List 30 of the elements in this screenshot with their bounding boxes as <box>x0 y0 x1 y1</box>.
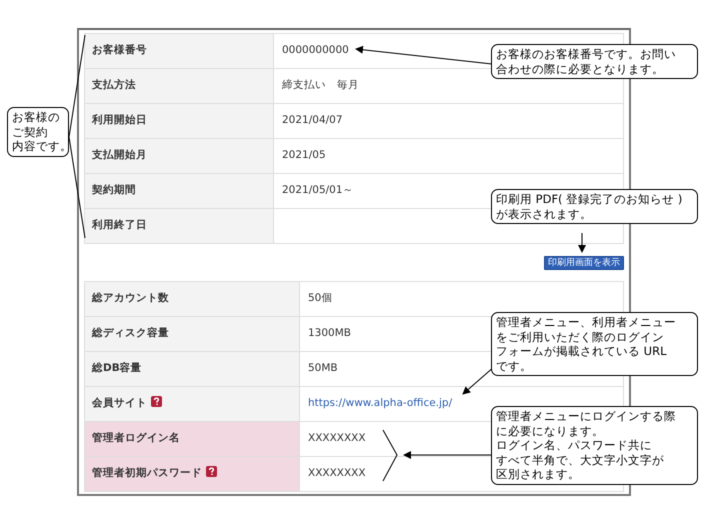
help-icon[interactable] <box>151 396 162 408</box>
row-label: 利用開始日 <box>84 104 274 138</box>
row-value: XXXXXXXX <box>308 432 366 444</box>
callout: 管理者メニューにログインする際 に必要になります。 ログイン名、パスワード共に すべて半角で、大文字小文字が 区別されます。 <box>491 406 698 484</box>
row-value: 50個 <box>308 292 332 304</box>
label-text: 会員サイト <box>92 397 147 410</box>
row-value: 2021/05 <box>274 138 624 174</box>
print-button[interactable]: 印刷用画面を表示 <box>544 256 624 270</box>
row-value: 50MB <box>308 362 338 374</box>
row-value: 1300MB <box>308 327 351 340</box>
label-text: 総ディスク容量 <box>92 327 169 340</box>
row-value: XXXXXXXX <box>308 467 366 480</box>
label-text: 総アカウント数 <box>92 292 169 304</box>
row-label: 支払開始月 <box>84 138 274 174</box>
label-text: 管理者初期パスワード <box>92 467 202 480</box>
callout: お客様のお客様番号です。お問い 合わせの際に必要となります。 <box>491 44 698 79</box>
callout: お客様の ご契約 内容です。 <box>7 107 69 156</box>
bracket-line <box>382 430 398 482</box>
row-label: 利用終了日 <box>84 208 274 244</box>
callout: 管理者メニュー、利用者メニュー をご利用いただく際のログイン フォームが掲載されている URL です。 <box>491 312 698 376</box>
callout: 印刷用 PDF( 登録完了のお知らせ ) が表示されます。 <box>491 189 698 224</box>
row-label: 契約期間 <box>84 174 274 208</box>
arrow <box>578 232 586 253</box>
row-label: お客様番号 <box>84 34 274 68</box>
row-label: 支払方法 <box>84 68 274 104</box>
site-link[interactable]: https://www.alpha-office.jp/ <box>308 397 452 410</box>
help-icon[interactable] <box>206 466 217 478</box>
row-value: 2021/04/07 <box>274 104 624 138</box>
label-text: 総DB容量 <box>92 362 142 374</box>
label-text: 管理者ログイン名 <box>92 432 180 444</box>
